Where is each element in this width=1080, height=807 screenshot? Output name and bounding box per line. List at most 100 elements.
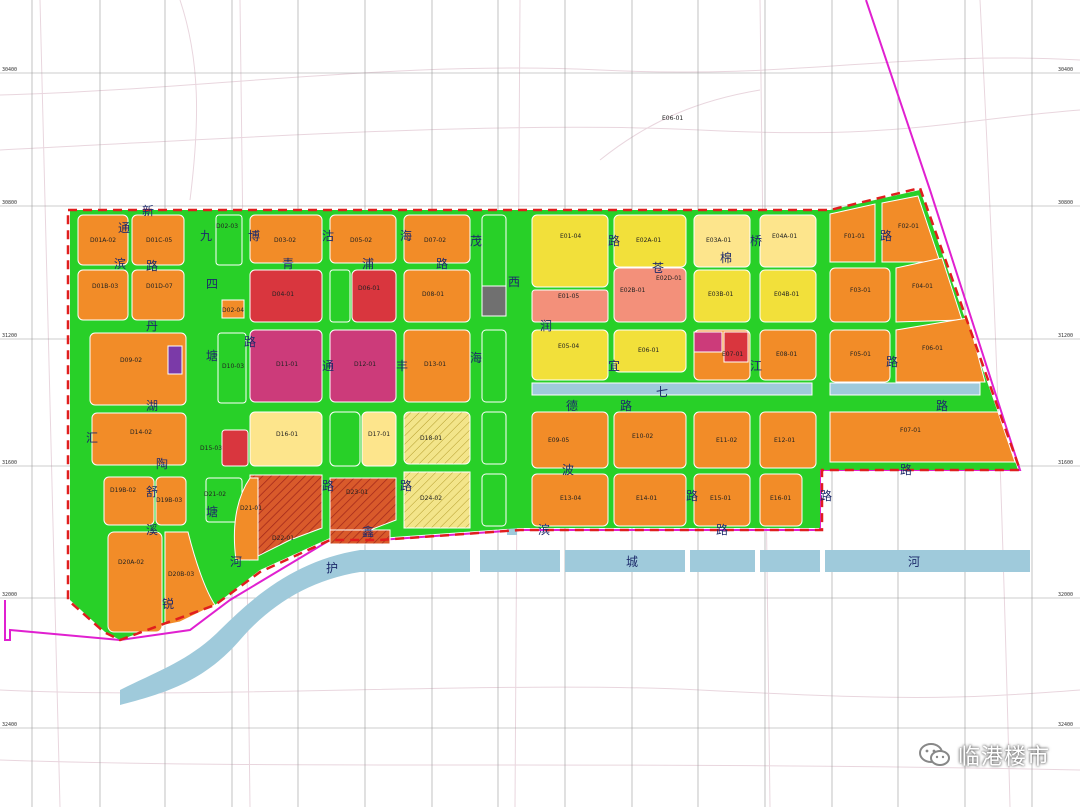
parcel-D20A-02	[107, 531, 163, 633]
parcel-label: D01C-05	[146, 237, 172, 244]
parcel-label: D05-02	[350, 237, 372, 244]
grid-label: 31200	[1058, 333, 1073, 339]
parcel-label: E03B-01	[708, 291, 734, 298]
parcel-label: E03A-01	[706, 237, 731, 244]
parcel-E05-04	[531, 329, 609, 381]
road-label: 护	[326, 561, 338, 575]
road-label: 塘	[206, 504, 218, 519]
grid-label: 31600	[1058, 460, 1073, 466]
parcel-label: D19B-02	[110, 487, 136, 494]
road-label: 路	[686, 488, 698, 503]
parcel-label: D20A-02	[118, 559, 144, 566]
parcel-D23-01	[329, 477, 397, 531]
parcel-label: E16-01	[770, 495, 791, 502]
parcel-label: E12-01	[774, 437, 795, 444]
parcel-label: D02-03	[216, 223, 238, 230]
parcel-label: D10-03	[222, 363, 244, 370]
road-label: 新	[142, 203, 154, 218]
road-label: 路	[716, 522, 728, 537]
parcel-grey	[481, 285, 507, 317]
parcel-label: D01B-03	[92, 283, 118, 290]
parcel-D23-02	[329, 529, 391, 545]
road-label: 城	[626, 555, 638, 569]
parcel-label: E10-02	[632, 433, 653, 440]
grid-label: 31600	[2, 460, 17, 466]
parcel-label: D16-01	[276, 431, 298, 438]
road-label: 滨	[538, 522, 550, 537]
parcel-label: D18-01	[420, 435, 442, 442]
parcel-label: E01-04	[560, 233, 581, 240]
parcel-label: D13-01	[424, 361, 446, 368]
road-label: 滨	[114, 256, 126, 271]
road-label: 湖	[146, 398, 158, 413]
parcel-label: D06-01	[358, 285, 380, 292]
road-label: 棉	[720, 251, 732, 265]
road-label: 鑫	[362, 524, 374, 539]
parcel-label: D04-01	[272, 291, 294, 298]
parcel-label: E04A-01	[772, 233, 797, 240]
parcel-label: D11-01	[276, 361, 298, 368]
parcel-label: E01-05	[558, 293, 579, 300]
parcel-label: D08-01	[422, 291, 444, 298]
road-label: 路	[886, 354, 898, 369]
parcel-label: D23-01	[346, 489, 368, 496]
road-label: 海	[470, 350, 482, 365]
road-label: 锐	[162, 597, 174, 611]
road-label: 青	[282, 257, 294, 271]
parcel-label: E05-04	[558, 343, 579, 350]
road-label: 路	[936, 398, 948, 413]
parcel-label: F01-01	[844, 233, 865, 240]
road-label: 通	[118, 221, 130, 235]
parcel-D14-02	[91, 412, 187, 466]
grid-label: 32000	[2, 592, 17, 598]
watermark-text: 临港楼市	[957, 745, 1050, 770]
road-label: 路	[400, 478, 412, 493]
road-label: 路	[620, 398, 632, 413]
parcel-F03-01	[829, 267, 891, 323]
parcel-label: D21-01	[240, 505, 262, 512]
road-label: 四	[206, 277, 218, 291]
road-label: 德	[566, 398, 578, 413]
parcel-label: F04-01	[912, 283, 933, 290]
parcel-D17-02	[329, 411, 361, 467]
parcel-label: E09-05	[548, 437, 569, 444]
grid-label: 30400	[1058, 67, 1073, 73]
road-label: 宜	[608, 358, 620, 373]
parcel-D05-03	[329, 269, 351, 323]
parcel-D01B-03	[77, 269, 129, 321]
road-label: 茂	[470, 234, 482, 248]
grid-label: 32400	[2, 722, 17, 728]
parcel-D01D-07	[131, 269, 185, 321]
parcel-label: D22-01	[272, 535, 294, 542]
parcel-label: F02-01	[898, 223, 919, 230]
road-label: 汇	[86, 431, 98, 445]
parcel-label: E08-01	[776, 351, 797, 358]
road-label: 路	[608, 233, 620, 248]
road-label: 海	[400, 228, 412, 243]
road-label: 河	[230, 555, 242, 569]
parcel-label: E06-01	[638, 347, 659, 354]
road-label: 路	[880, 228, 892, 243]
road-label: 河	[908, 555, 920, 569]
parcel-label: D07-02	[424, 237, 446, 244]
parcel-facility	[167, 345, 183, 375]
parcel-label: D03-02	[274, 237, 296, 244]
road-label: 路	[436, 256, 448, 271]
parcel-label: F07-01	[900, 427, 921, 434]
road-label: 桥	[750, 234, 762, 248]
parcel-label: D14-02	[130, 429, 152, 436]
road-label: 波	[562, 463, 574, 477]
grid-label: 30400	[2, 67, 17, 73]
wechat-icon	[918, 743, 950, 766]
parcel-label: E13-04	[560, 495, 581, 502]
grid-label: 32400	[1058, 722, 1073, 728]
parcel-label: D12-01	[354, 361, 376, 368]
road-label: 路	[820, 488, 832, 503]
road-label: 江	[750, 359, 762, 373]
parcel-label: F06-01	[922, 345, 943, 352]
road-label: 陶	[156, 456, 168, 471]
parcel-label: E15-01	[710, 495, 731, 502]
road-label: 路	[244, 334, 256, 349]
parcel-E01-04	[531, 214, 609, 288]
parcel-D06-01	[351, 269, 397, 323]
